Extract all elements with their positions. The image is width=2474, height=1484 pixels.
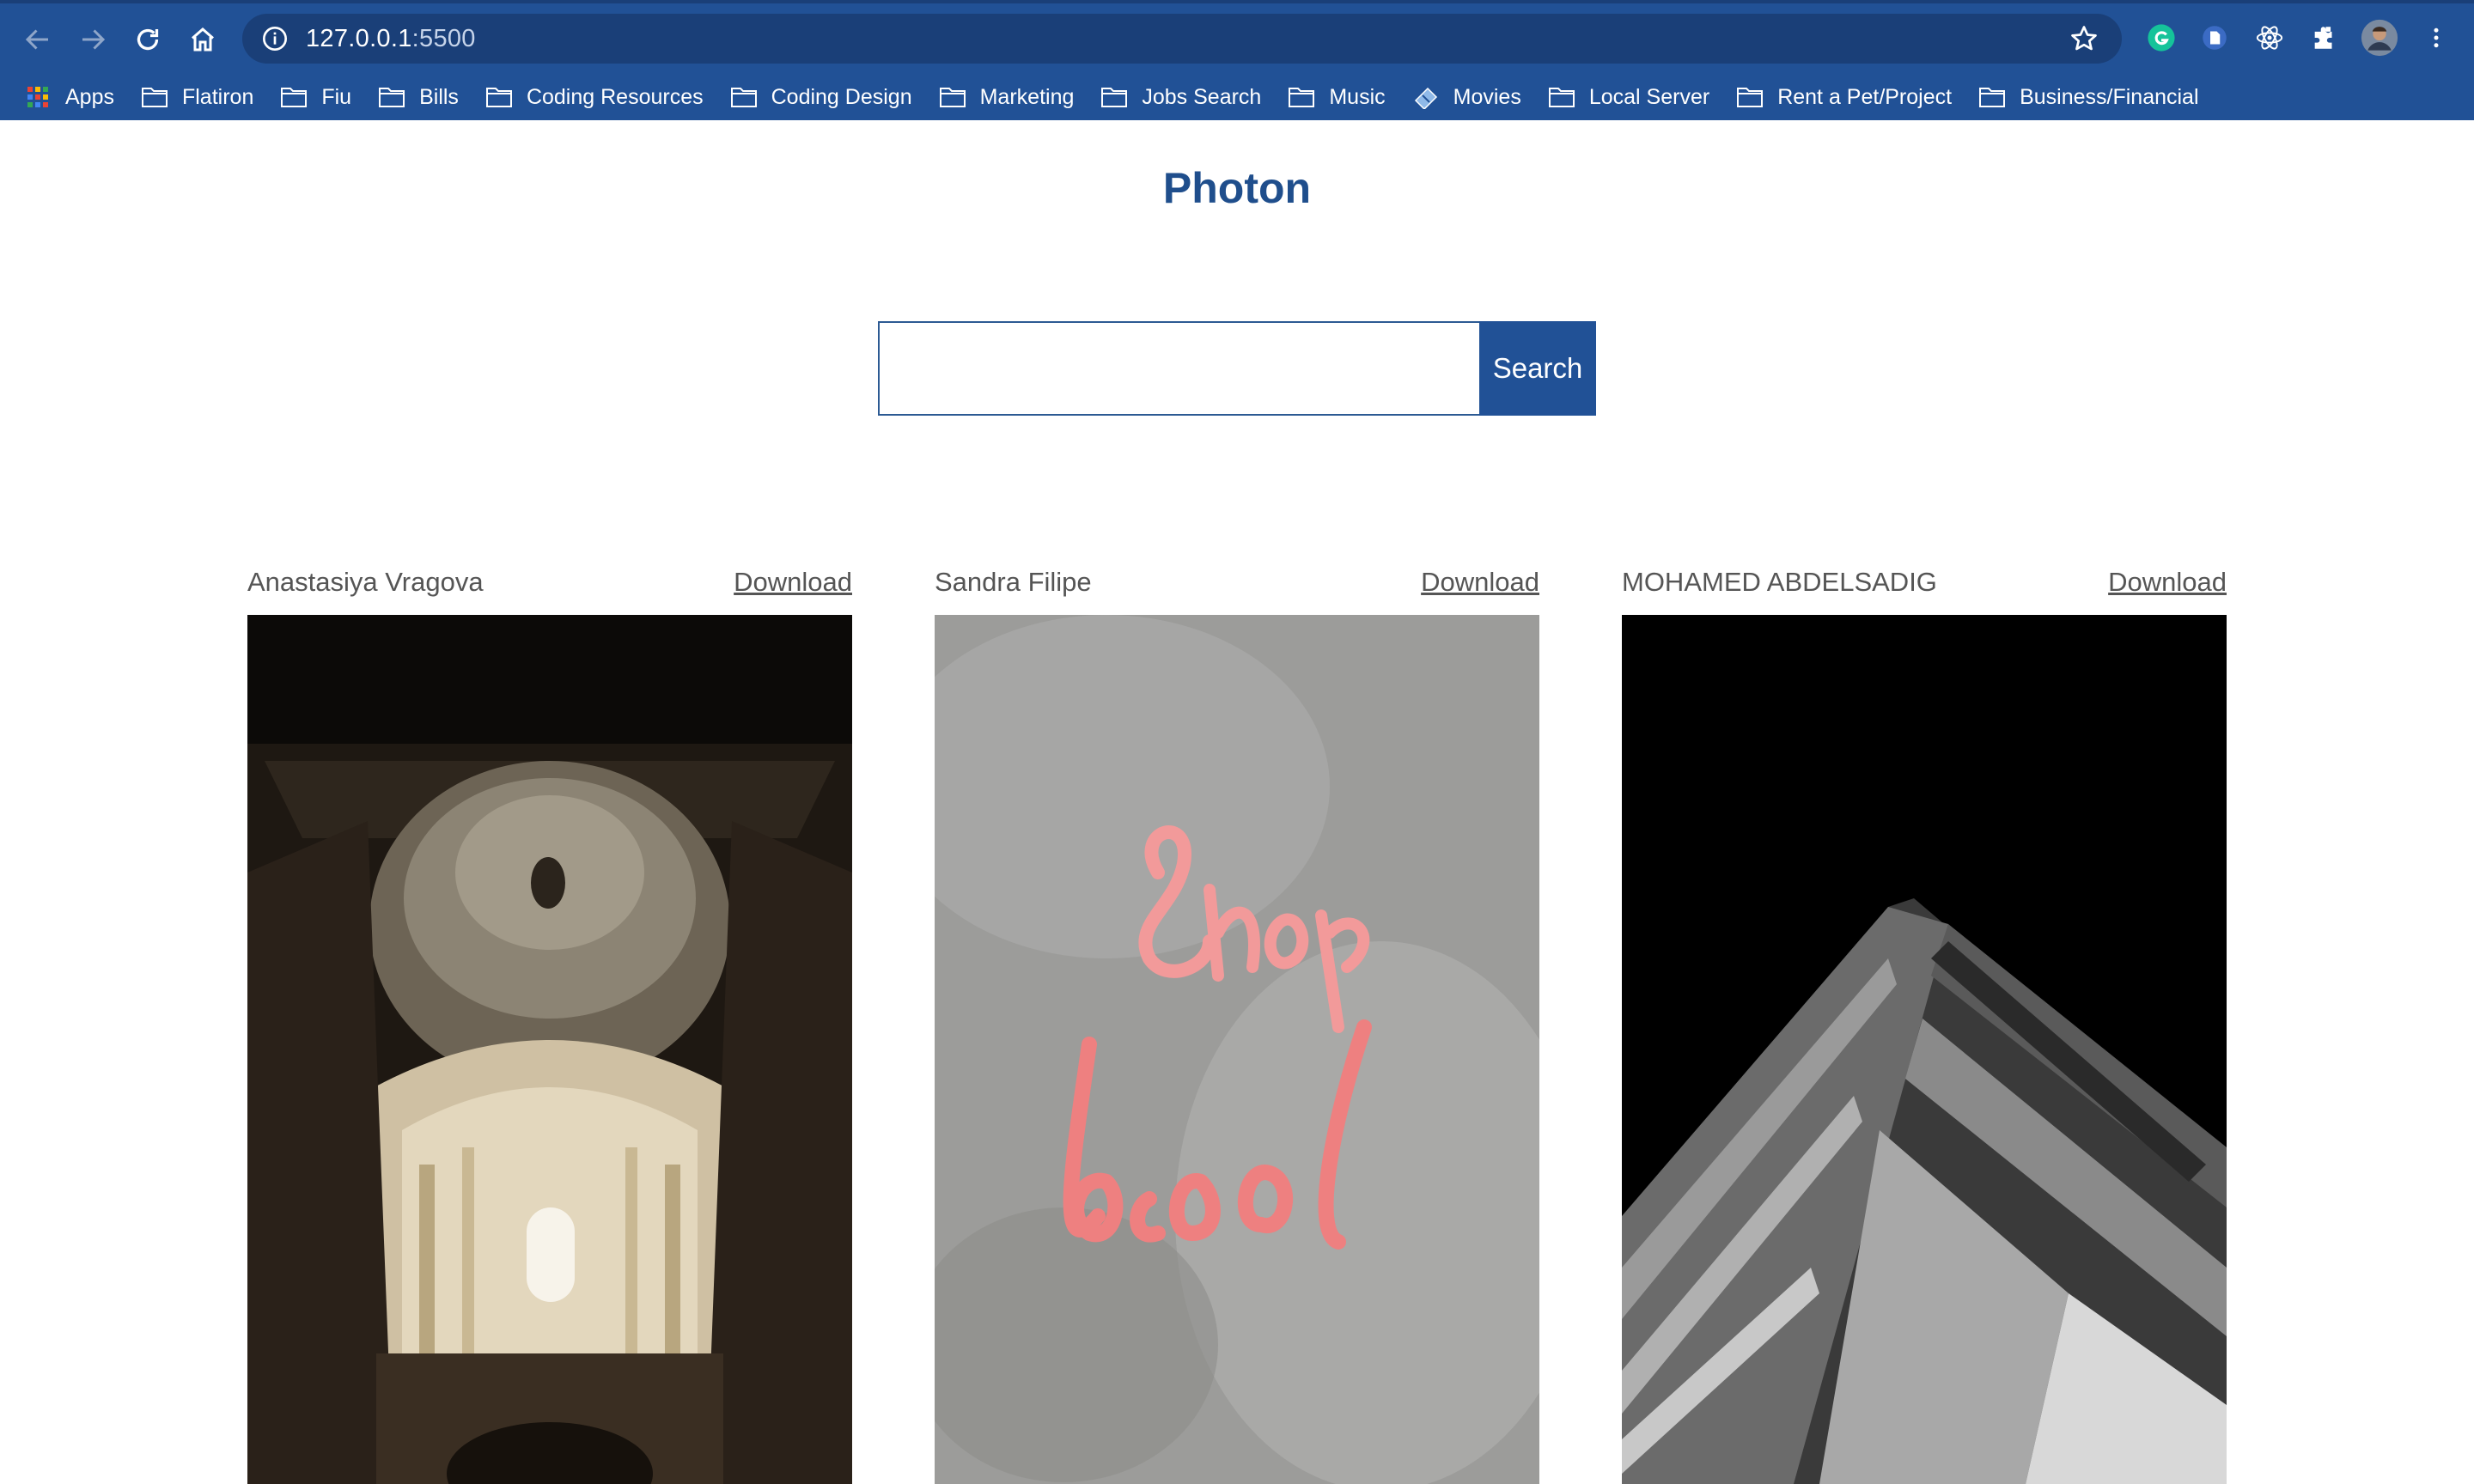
reload-button[interactable] <box>129 21 167 58</box>
photo-card: Sandra Filipe Download <box>935 558 1539 1484</box>
bookmark-coding-resources[interactable]: Coding Resources <box>485 77 704 117</box>
bookmark-label: Business/Financial <box>2020 84 2199 109</box>
download-link[interactable]: Download <box>734 567 852 598</box>
folder-icon <box>141 88 168 107</box>
info-icon[interactable] <box>261 25 289 52</box>
photo-author: Anastasiya Vragova <box>247 567 484 597</box>
page-content: Photon Search Anastasiya Vragova Downloa… <box>0 120 2474 1484</box>
photo-card-header: MOHAMED ABDELSADIG Download <box>1622 558 2227 606</box>
back-button[interactable] <box>19 21 57 58</box>
address-bar[interactable]: 127.0.0.1:5500 <box>242 14 2122 64</box>
photo-card-header: Sandra Filipe Download <box>935 558 1539 606</box>
photo-card: MOHAMED ABDELSADIG Download <box>1622 558 2227 1484</box>
download-link[interactable]: Download <box>1421 567 1539 598</box>
profile-avatar[interactable] <box>2361 19 2398 57</box>
folder-icon <box>1548 88 1575 107</box>
document-extension-icon[interactable] <box>2196 19 2233 57</box>
bookmark-label: Fiu <box>321 84 352 109</box>
url-port: :5500 <box>411 24 476 52</box>
forward-button[interactable] <box>74 21 112 58</box>
browser-menu-button[interactable] <box>2417 19 2455 57</box>
bookmark-label: Music <box>1329 84 1386 109</box>
bookmark-apps[interactable]: Apps <box>24 77 114 117</box>
photo-author: Sandra Filipe <box>935 567 1092 597</box>
reload-icon <box>137 28 159 51</box>
forward-arrow-icon <box>82 29 106 50</box>
bookmark-bills[interactable]: Bills <box>378 77 459 117</box>
bookmark-marketing[interactable]: Marketing <box>939 77 1075 117</box>
folder-icon <box>379 88 405 107</box>
photo-card: Anastasiya Vragova Download <box>247 558 852 1484</box>
photo-author: MOHAMED ABDELSADIG <box>1622 567 1937 597</box>
folder-icon <box>281 88 308 107</box>
folder-icon <box>485 88 512 107</box>
grammarly-extension-icon[interactable] <box>2142 19 2180 57</box>
bookmark-music[interactable]: Music <box>1288 77 1386 117</box>
bookmark-label: Local Server <box>1588 84 1710 109</box>
bookmark-business-financial[interactable]: Business/Financial <box>1978 77 2199 117</box>
ticket-icon <box>1414 87 1437 109</box>
back-arrow-icon <box>25 29 48 50</box>
photo-neon-sign <box>935 615 1539 1484</box>
bookmark-label: Coding Design <box>771 84 912 109</box>
url-text: 127.0.0.1:5500 <box>306 25 476 53</box>
folder-icon <box>939 88 966 107</box>
home-button[interactable] <box>184 21 222 58</box>
bookmark-flatiron[interactable]: Flatiron <box>141 77 253 117</box>
page-title: Photon <box>1162 164 1312 212</box>
bookmark-label: Apps <box>65 84 114 109</box>
bookmark-label: Rent a Pet/Project <box>1777 84 1953 109</box>
home-icon <box>192 27 214 52</box>
react-devtools-icon[interactable] <box>2251 19 2288 57</box>
bookmark-label: Coding Resources <box>526 84 704 109</box>
apps-grid-icon <box>27 87 48 107</box>
bookmark-label: Bills <box>419 84 459 109</box>
url-host: 127.0.0.1 <box>306 24 412 52</box>
bookmark-label: Jobs Search <box>1142 84 1262 109</box>
folder-icon <box>1737 88 1764 107</box>
extensions-puzzle-icon[interactable] <box>2306 19 2343 57</box>
bookmarks-bar: Apps Flatiron Fiu Bills Coding Resources Codi… <box>0 74 2474 120</box>
kebab-menu-icon <box>2434 27 2439 48</box>
download-link[interactable]: Download <box>2108 567 2227 598</box>
bookmark-fiu[interactable]: Fiu <box>280 77 351 117</box>
bookmark-movies[interactable]: Movies <box>1412 77 1521 117</box>
browser-chrome: 127.0.0.1:5500 Apps Flatiron Fiu Bills Codin… <box>0 0 2474 120</box>
folder-icon <box>1289 88 1315 107</box>
photo-skyscraper <box>1622 615 2227 1484</box>
search-button[interactable]: Search <box>1479 321 1596 416</box>
photo-church-dome <box>247 615 852 1484</box>
photo-card-header: Anastasiya Vragova Download <box>247 558 852 606</box>
folder-icon <box>1101 88 1128 107</box>
bookmark-rent-a-pet-project[interactable]: Rent a Pet/Project <box>1736 77 1952 117</box>
search-form: Search <box>878 321 1596 416</box>
folder-icon <box>730 88 757 107</box>
bookmark-label: Movies <box>1453 84 1521 109</box>
search-input[interactable] <box>878 321 1479 416</box>
bookmark-local-server[interactable]: Local Server <box>1548 77 1709 117</box>
bookmark-jobs-search[interactable]: Jobs Search <box>1100 77 1261 117</box>
folder-icon <box>1979 88 2006 107</box>
bookmark-coding-design[interactable]: Coding Design <box>730 77 912 117</box>
bookmark-star-icon[interactable] <box>2069 23 2099 54</box>
bookmark-label: Flatiron <box>181 84 254 109</box>
bookmark-label: Marketing <box>979 84 1075 109</box>
